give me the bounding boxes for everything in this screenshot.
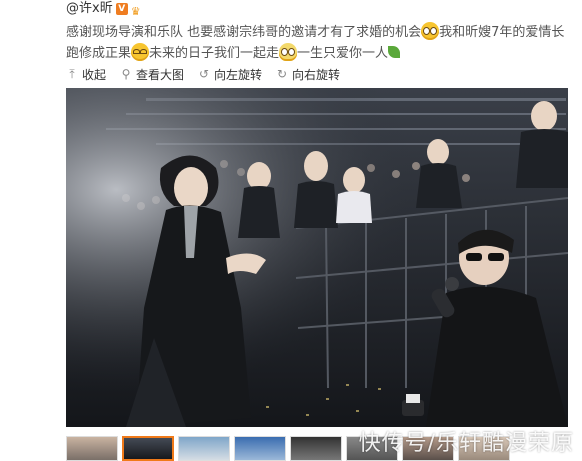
verified-icon: V [115, 3, 128, 15]
thumbnail[interactable] [290, 436, 342, 461]
collapse-label: 收起 [82, 67, 107, 82]
rotate-right-button[interactable]: ↻ 向右旋转 [276, 66, 340, 83]
rotate-left-button[interactable]: ↺ 向左旋转 [198, 66, 262, 83]
rotate-right-label: 向右旋转 [292, 67, 341, 82]
grin-emoji-icon [421, 22, 440, 40]
author-line: @许x昕 V ♛ [66, 0, 147, 18]
blob-emoji-icon [279, 43, 298, 61]
view-large-button[interactable]: ⚲ 查看大图 [120, 66, 184, 83]
thumbnail-active[interactable] [122, 436, 174, 461]
view-large-label: 查看大图 [136, 67, 185, 82]
leaf-emoji-icon [388, 46, 401, 58]
member-crown-icon: ♛ [130, 5, 141, 18]
thumbnail[interactable] [234, 436, 286, 461]
thumbnail[interactable] [66, 436, 118, 461]
sad-emoji-icon [131, 43, 150, 61]
rotate-right-icon: ↻ [277, 67, 288, 81]
weibo-post: @许x昕 V ♛ 感谢现场导演和乐队 也要感谢宗纬哥的邀请才有了求婚的机会 我和昕… [0, 0, 582, 461]
collapse-icon: ⤒ [69, 66, 75, 81]
post-text-part4: 一生只爱你一人 [297, 46, 389, 61]
rotate-left-icon: ↺ [199, 67, 210, 81]
image-toolbar: ⤒ 收起 ⚲ 查看大图 ↺ 向左旋转 ↻ 向右旋转 [66, 64, 340, 84]
thumbnail[interactable] [178, 436, 230, 461]
collapse-button[interactable]: ⤒ 收起 [66, 66, 106, 83]
concert-proposal-photo [66, 88, 568, 427]
post-photo[interactable] [66, 88, 568, 427]
author-name[interactable]: @许x昕 [66, 0, 113, 18]
post-text: 感谢现场导演和乐队 也要感谢宗纬哥的邀请才有了求婚的机会 我和昕嫂7年的爱情长跑修… [66, 22, 576, 64]
post-text-part3: 未来的日子我们一起走 [149, 46, 280, 61]
magnifier-icon: ⚲ [121, 67, 131, 81]
watermark-text: 快传号/乐轩酷漫荣原 [358, 431, 574, 456]
rotate-left-label: 向左旋转 [214, 67, 263, 82]
post-text-part1: 感谢现场导演和乐队 也要感谢宗纬哥的邀请才有了求婚的机会 [66, 25, 422, 40]
